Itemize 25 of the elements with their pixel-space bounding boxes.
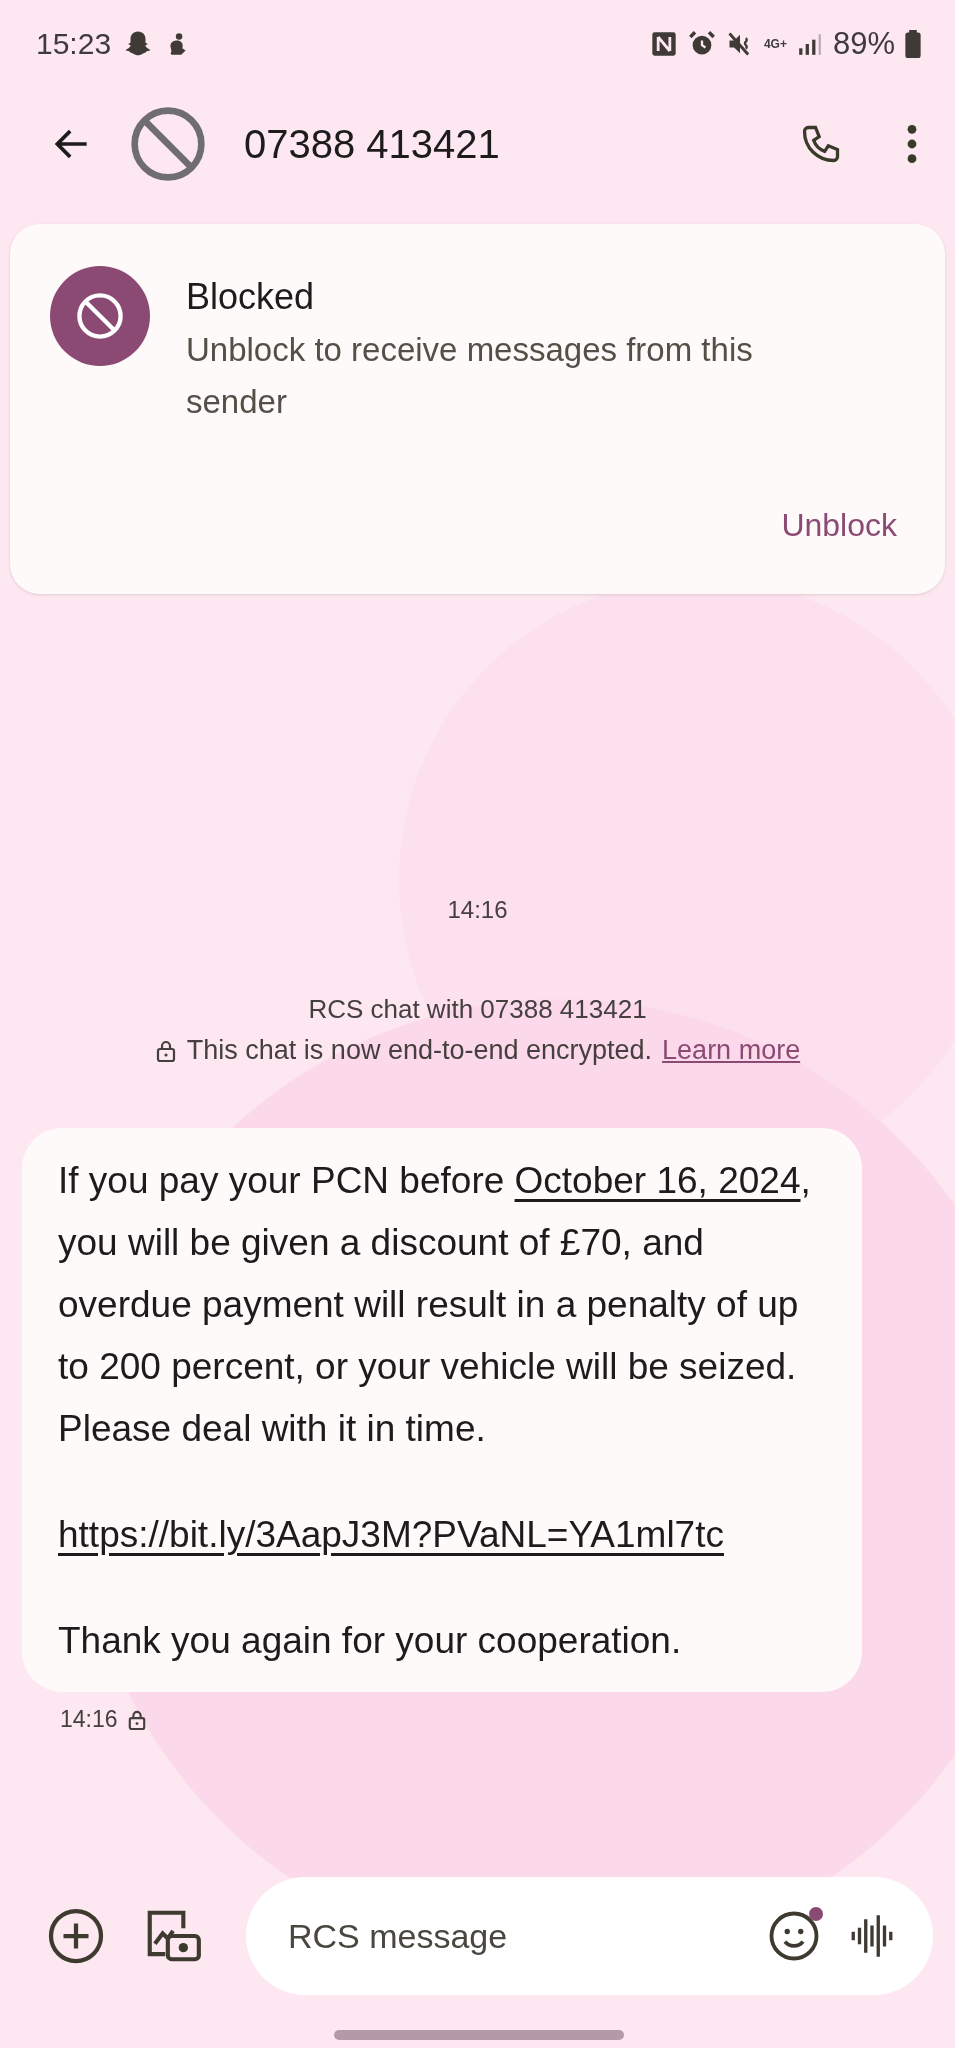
message-text: Thank you again for your cooperation.	[58, 1619, 683, 1663]
battery-icon	[905, 30, 921, 58]
contact-number: 07388 413421	[244, 121, 500, 167]
more-icon	[905, 122, 919, 166]
unblock-button[interactable]: Unblock	[781, 507, 897, 544]
message-time: 14:16	[60, 1706, 118, 1733]
card-title: Blocked	[186, 276, 316, 318]
message-link[interactable]: https://bit.ly/3AapJ3M?PVaNL=YA1ml7tc	[58, 1514, 724, 1555]
timestamp: 14:16	[447, 896, 508, 924]
blocked-icon	[128, 104, 208, 184]
plus-circle-icon	[46, 1906, 106, 1966]
blocked-icon	[74, 290, 126, 342]
smiley-icon[interactable]	[767, 1909, 821, 1963]
learn-more-link[interactable]: Learn more	[662, 1035, 801, 1066]
message-link[interactable]: October 16, 2024	[514, 1160, 801, 1201]
network-type: 4G+	[763, 38, 787, 50]
message-text: If you pay your PCN before October 16, 2024, you will be given a discount of £70, and overdue payment will result in a penalty of up to 200 percent, or your vehicle will be seized. Please deal with it in time.	[58, 1159, 812, 1451]
card-description: Unblock to receive messages from this sender	[186, 330, 754, 422]
nfc-icon	[649, 30, 678, 58]
status-time: 15:23	[36, 27, 112, 61]
chat-info: RCS chat with 07388 413421	[308, 994, 647, 1025]
battery-percent: 89%	[832, 26, 895, 62]
encryption-notice: This chat is now end-to-end encrypted.	[186, 1035, 653, 1066]
message-input[interactable]: RCS message	[286, 1915, 741, 1957]
lock-icon	[154, 1038, 177, 1063]
